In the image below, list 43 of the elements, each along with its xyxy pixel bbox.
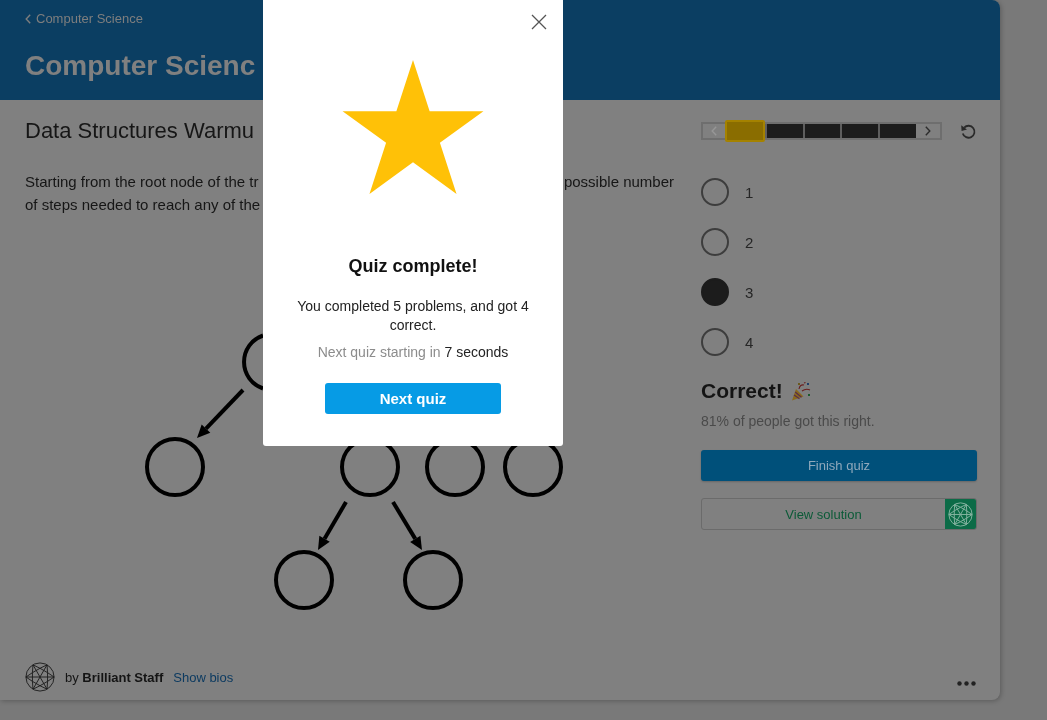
breadcrumb-link[interactable]: Computer Science [25, 11, 143, 27]
question-text: possible number [563, 172, 674, 192]
summary-text: You completed 5 problems, and got 4 correct. [296, 297, 530, 335]
close-icon[interactable] [531, 14, 547, 30]
arrow [318, 501, 348, 550]
option-label: 3 [745, 283, 754, 301]
page-title: Computer Scienc [25, 49, 256, 83]
more-icon[interactable] [957, 680, 976, 686]
option-label: 2 [745, 233, 754, 251]
tree-node [242, 333, 264, 391]
option-label: 1 [745, 183, 754, 201]
radio-button[interactable] [701, 328, 729, 356]
geodesic-sphere-icon [945, 499, 976, 529]
progress-segment[interactable] [766, 124, 803, 138]
problem-title: Data Structures Warmu [25, 117, 255, 145]
countdown-text: Next quiz starting in 7 seconds [317, 343, 509, 362]
arrow [197, 388, 245, 438]
progress-segment[interactable] [842, 124, 879, 138]
tree-node [403, 550, 463, 610]
arrow [391, 500, 422, 550]
option-label: 4 [745, 333, 754, 351]
finish-quiz-button[interactable]: Finish quiz [701, 450, 977, 481]
question-text: Starting from the root node of the tr [25, 172, 259, 192]
modal-title: Quiz complete! [348, 255, 478, 277]
tree-node [145, 437, 205, 497]
radio-button[interactable] [701, 228, 729, 256]
tree-node [274, 550, 334, 610]
feedback-title: Correct! [701, 378, 783, 404]
show-bios-link[interactable]: Show bios [173, 669, 234, 685]
author-byline: by Brilliant Staff [65, 669, 164, 685]
progress-segment[interactable] [804, 124, 841, 138]
next-quiz-button[interactable]: Next quiz [325, 383, 501, 414]
geodesic-sphere-icon [25, 662, 55, 692]
radio-button[interactable] [701, 278, 729, 306]
refresh-icon[interactable] [960, 122, 977, 140]
question-text: of steps needed to reach any of the [25, 195, 261, 215]
radio-button[interactable] [701, 178, 729, 206]
chevron-right-icon [925, 126, 932, 136]
chevron-left-icon [25, 14, 31, 24]
party-popper-icon [790, 381, 812, 401]
progress-segment[interactable] [880, 124, 917, 138]
view-solution-button[interactable]: View solution [701, 498, 977, 530]
star-icon [342, 60, 484, 194]
